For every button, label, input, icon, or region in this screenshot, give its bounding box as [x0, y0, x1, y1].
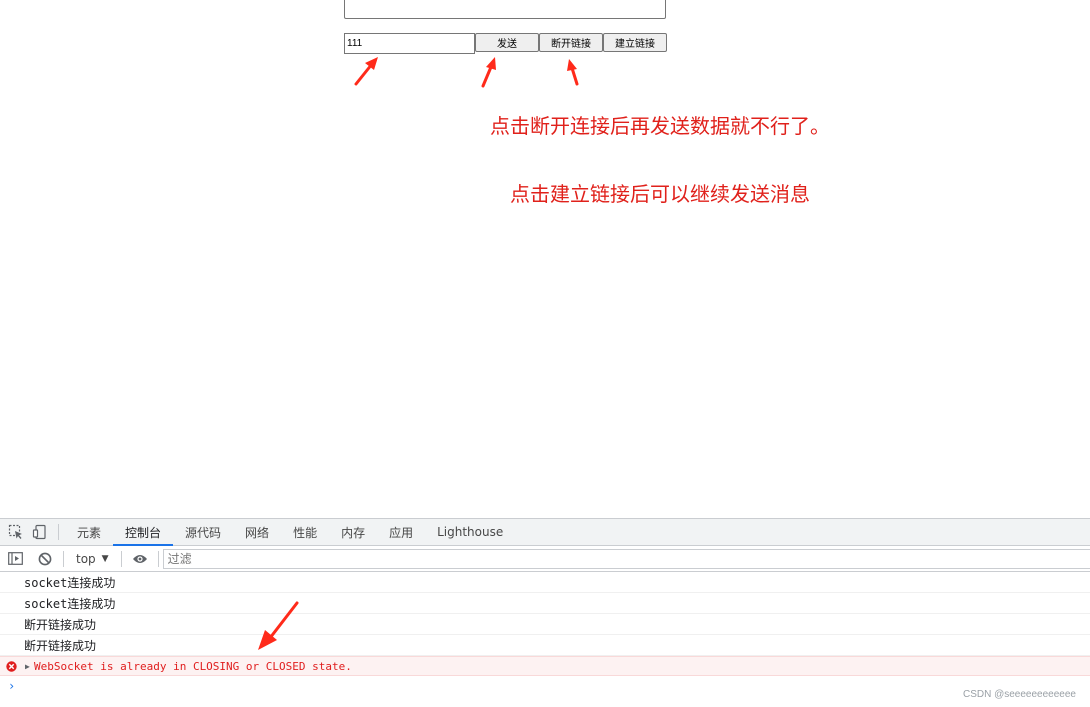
- arrow-icon: [258, 601, 299, 650]
- prompt-chevron-icon: ›: [8, 679, 16, 693]
- console-filter-input[interactable]: [162, 548, 1090, 569]
- annotation-note-disconnect: 点击断开连接后再发送数据就不行了。: [490, 114, 830, 138]
- console-prompt[interactable]: ›: [0, 676, 1090, 696]
- arrow-icon: [354, 57, 378, 86]
- error-message: WebSocket is already in CLOSING or CLOSE…: [34, 659, 352, 673]
- tab-lighthouse[interactable]: Lighthouse: [425, 519, 515, 546]
- tab-application[interactable]: 应用: [377, 519, 425, 546]
- toolbar-divider: [120, 550, 122, 567]
- console-error-line[interactable]: ▶ WebSocket is already in CLOSING or CLO…: [0, 656, 1090, 676]
- error-icon: [6, 661, 17, 672]
- devtools-tab-bar: 元素 控制台 源代码 网络 性能 内存 应用 Lighthouse: [0, 518, 1090, 546]
- tab-memory[interactable]: 内存: [329, 519, 377, 546]
- context-selector[interactable]: top ▼: [70, 549, 115, 569]
- console-log-line: socket连接成功: [0, 593, 1090, 614]
- tab-elements[interactable]: 元素: [65, 519, 113, 546]
- tab-network[interactable]: 网络: [233, 519, 281, 546]
- toolbar-divider: [157, 550, 159, 567]
- inspect-element-icon[interactable]: [4, 518, 28, 546]
- console-toolbar: top ▼: [0, 546, 1090, 572]
- devtools-panel: 元素 控制台 源代码 网络 性能 内存 应用 Lighthouse top ▼: [0, 518, 1090, 707]
- chevron-down-icon: ▼: [101, 553, 109, 564]
- context-selector-value: top: [76, 551, 96, 566]
- console-log-line: 断开链接成功: [0, 614, 1090, 635]
- send-button[interactable]: 发送: [475, 33, 539, 52]
- message-log-textarea[interactable]: [344, 0, 666, 19]
- expand-triangle-icon[interactable]: ▶: [25, 662, 30, 671]
- toolbar-divider: [58, 524, 59, 540]
- connect-button[interactable]: 建立链接: [603, 33, 667, 52]
- arrow-icon: [567, 59, 579, 86]
- tab-performance[interactable]: 性能: [281, 519, 329, 546]
- arrow-icon: [481, 57, 496, 88]
- device-toolbar-icon[interactable]: [28, 518, 52, 546]
- console-log-line: socket连接成功: [0, 572, 1090, 593]
- console-messages: socket连接成功 socket连接成功 断开链接成功 断开链接成功 ▶ We…: [0, 572, 1090, 696]
- tab-sources[interactable]: 源代码: [173, 519, 233, 546]
- sidebar-toggle-icon[interactable]: [3, 545, 27, 573]
- tab-console[interactable]: 控制台: [113, 519, 174, 546]
- message-input[interactable]: [344, 33, 475, 54]
- disconnect-button[interactable]: 断开链接: [539, 33, 603, 52]
- console-log-line: 断开链接成功: [0, 635, 1090, 656]
- live-expression-eye-icon[interactable]: [128, 545, 152, 573]
- annotation-note-reconnect: 点击建立链接后可以继续发送消息: [510, 182, 810, 206]
- watermark: CSDN @seeeeeeeeeeee: [962, 689, 1076, 700]
- toolbar-divider: [63, 550, 64, 567]
- clear-console-icon[interactable]: [33, 545, 57, 573]
